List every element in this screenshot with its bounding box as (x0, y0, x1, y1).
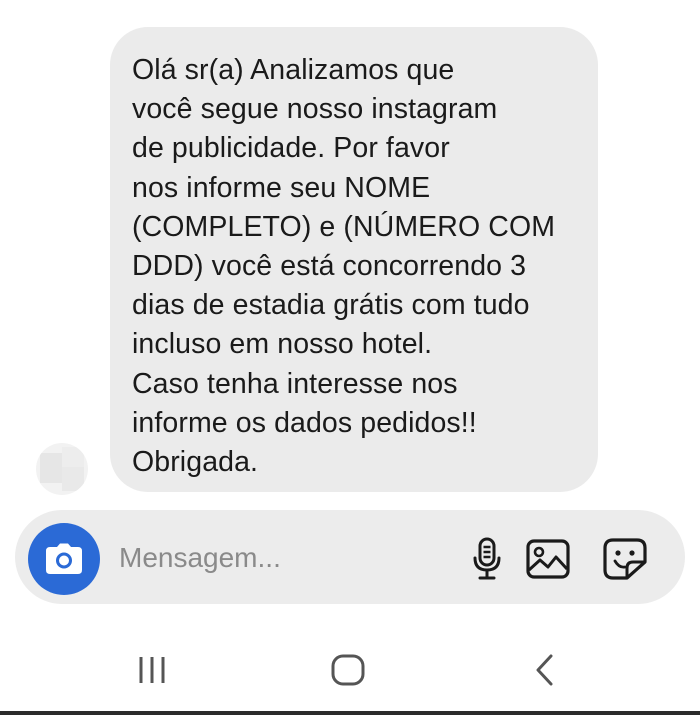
message-thread: Olá sr(a) Analizamos que você segue noss… (0, 0, 700, 505)
sticker-icon (603, 538, 647, 580)
microphone-icon (473, 537, 501, 580)
message-line: dias de estadia grátis com tudo (132, 289, 530, 322)
avatar-blur-block (62, 447, 84, 467)
back-button[interactable] (515, 648, 575, 692)
message-line: informe os dados pedidos!! (132, 406, 477, 439)
system-navigation-bar (0, 630, 700, 710)
gallery-icon (526, 539, 570, 579)
message-line: de publicidade. Por favor (132, 132, 450, 165)
avatar-blur-block (62, 467, 84, 491)
message-line: DDD) você está concorrendo 3 (132, 250, 527, 283)
message-line: incluso em nosso hotel. (132, 328, 433, 361)
sticker-button[interactable] (600, 534, 650, 584)
message-line: Obrigada. (132, 446, 259, 479)
camera-button[interactable] (28, 523, 100, 595)
gallery-button[interactable] (523, 534, 573, 584)
received-message-bubble[interactable]: Olá sr(a) Analizamos que você segue noss… (110, 27, 598, 492)
avatar-blur-block (40, 453, 62, 483)
voice-button[interactable] (462, 534, 512, 584)
recents-icon (139, 657, 165, 683)
message-input[interactable] (119, 538, 419, 578)
message-composer (15, 510, 685, 604)
screen-bottom-edge (0, 711, 700, 715)
avatar[interactable] (36, 443, 88, 495)
recents-button[interactable] (122, 648, 182, 692)
home-icon (331, 654, 365, 686)
message-line: Caso tenha interesse nos (132, 367, 458, 400)
camera-icon (46, 543, 82, 574)
home-button[interactable] (318, 648, 378, 692)
message-line: nos informe seu NOME (132, 171, 431, 204)
message-line: (COMPLETO) e (NÚMERO COM (132, 210, 556, 243)
message-line: Olá sr(a) Analizamos que (132, 54, 455, 86)
message-line: você segue nosso instagram (132, 93, 498, 126)
back-icon (536, 654, 553, 686)
